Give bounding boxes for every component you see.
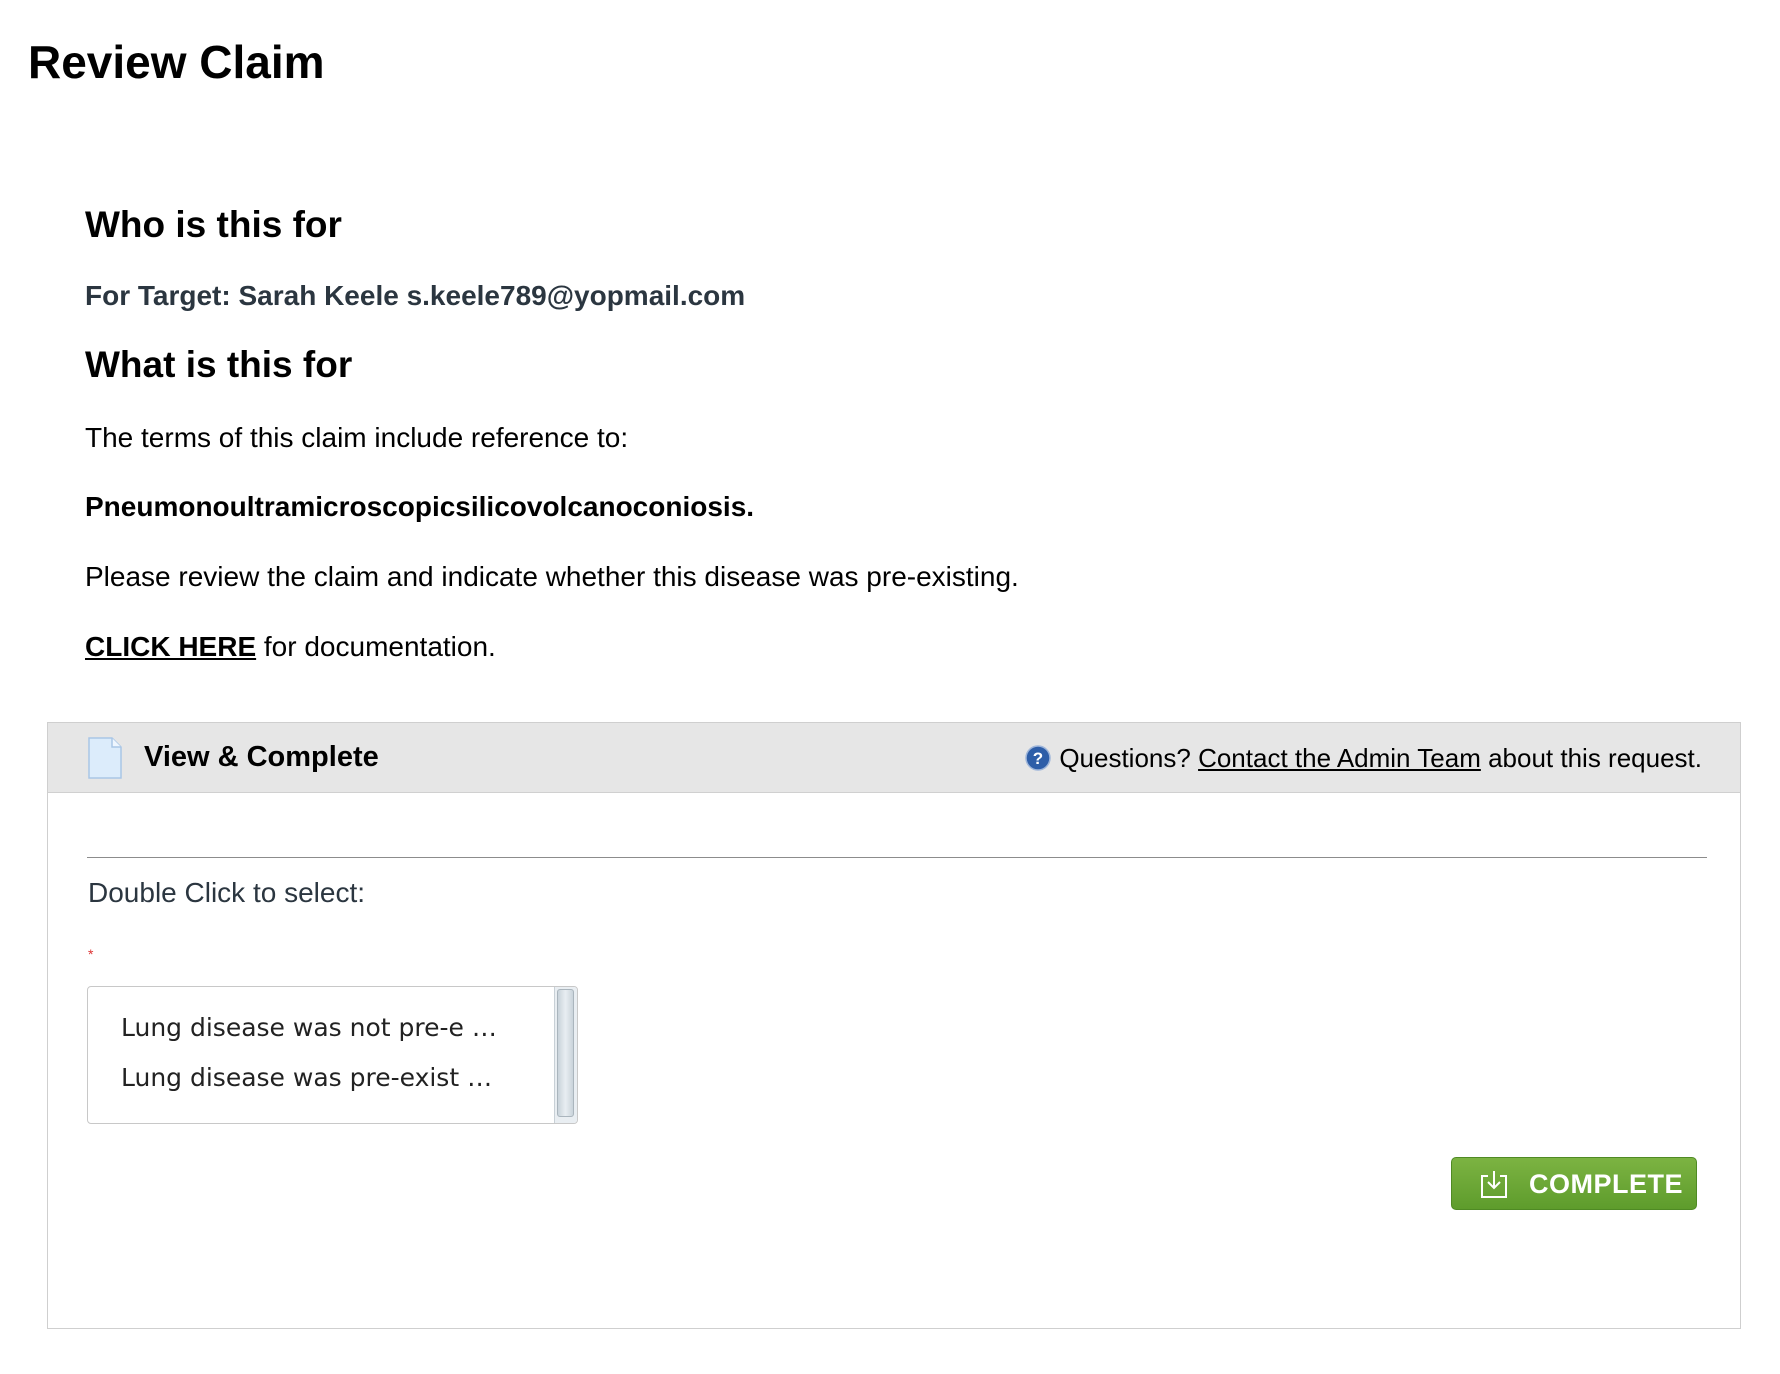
listbox-scrollbar[interactable]: [554, 987, 577, 1123]
complete-button[interactable]: COMPLETE: [1451, 1157, 1697, 1210]
scrollbar-thumb[interactable]: [557, 989, 574, 1117]
document-icon: [88, 737, 122, 779]
required-mark: *: [88, 946, 94, 962]
help-prefix: Questions?: [1059, 743, 1199, 773]
who-heading: Who is this for: [85, 204, 342, 245]
svg-text:?: ?: [1033, 749, 1043, 768]
claim-intro: The terms of this claim include referenc…: [85, 422, 629, 453]
help-area: ? Questions? Contact the Admin Team abou…: [1025, 741, 1702, 775]
documentation-link[interactable]: CLICK HERE: [85, 631, 256, 662]
download-tray-icon: [1481, 1171, 1507, 1198]
documentation-suffix: for documentation.: [256, 631, 496, 662]
view-complete-panel: View & Complete ? Questions? Contact the…: [47, 722, 1741, 1329]
claim-details: Who is this for For Target: Sarah Keele …: [85, 200, 1685, 665]
select-label: Double Click to select:: [88, 877, 366, 908]
divider: [87, 857, 1707, 858]
page-title: Review Claim: [28, 36, 325, 88]
documentation-line: CLICK HERE for documentation.: [85, 629, 1685, 665]
contact-admin-link[interactable]: Contact the Admin Team: [1198, 743, 1481, 773]
options-listbox[interactable]: Lung disease was not pre-e … Lung diseas…: [87, 986, 578, 1124]
disease-name: Pneumonoultramicroscopicsilicovolcanocon…: [85, 491, 755, 522]
list-option[interactable]: Lung disease was not pre-e …: [121, 1012, 497, 1044]
panel-title: View & Complete: [144, 741, 379, 773]
what-heading: What is this for: [85, 344, 353, 385]
target-line: For Target: Sarah Keele s.keele789@yopma…: [85, 280, 746, 311]
panel-header: View & Complete ? Questions? Contact the…: [48, 723, 1740, 793]
list-option[interactable]: Lung disease was pre-exist …: [121, 1062, 492, 1094]
review-claim-page: Review Claim Who is this for For Target:…: [0, 0, 1780, 1374]
complete-label: COMPLETE: [1529, 1169, 1684, 1199]
help-suffix: about this request.: [1480, 743, 1702, 773]
review-instruction: Please review the claim and indicate whe…: [85, 561, 1019, 592]
question-circle-icon: ?: [1025, 745, 1052, 771]
